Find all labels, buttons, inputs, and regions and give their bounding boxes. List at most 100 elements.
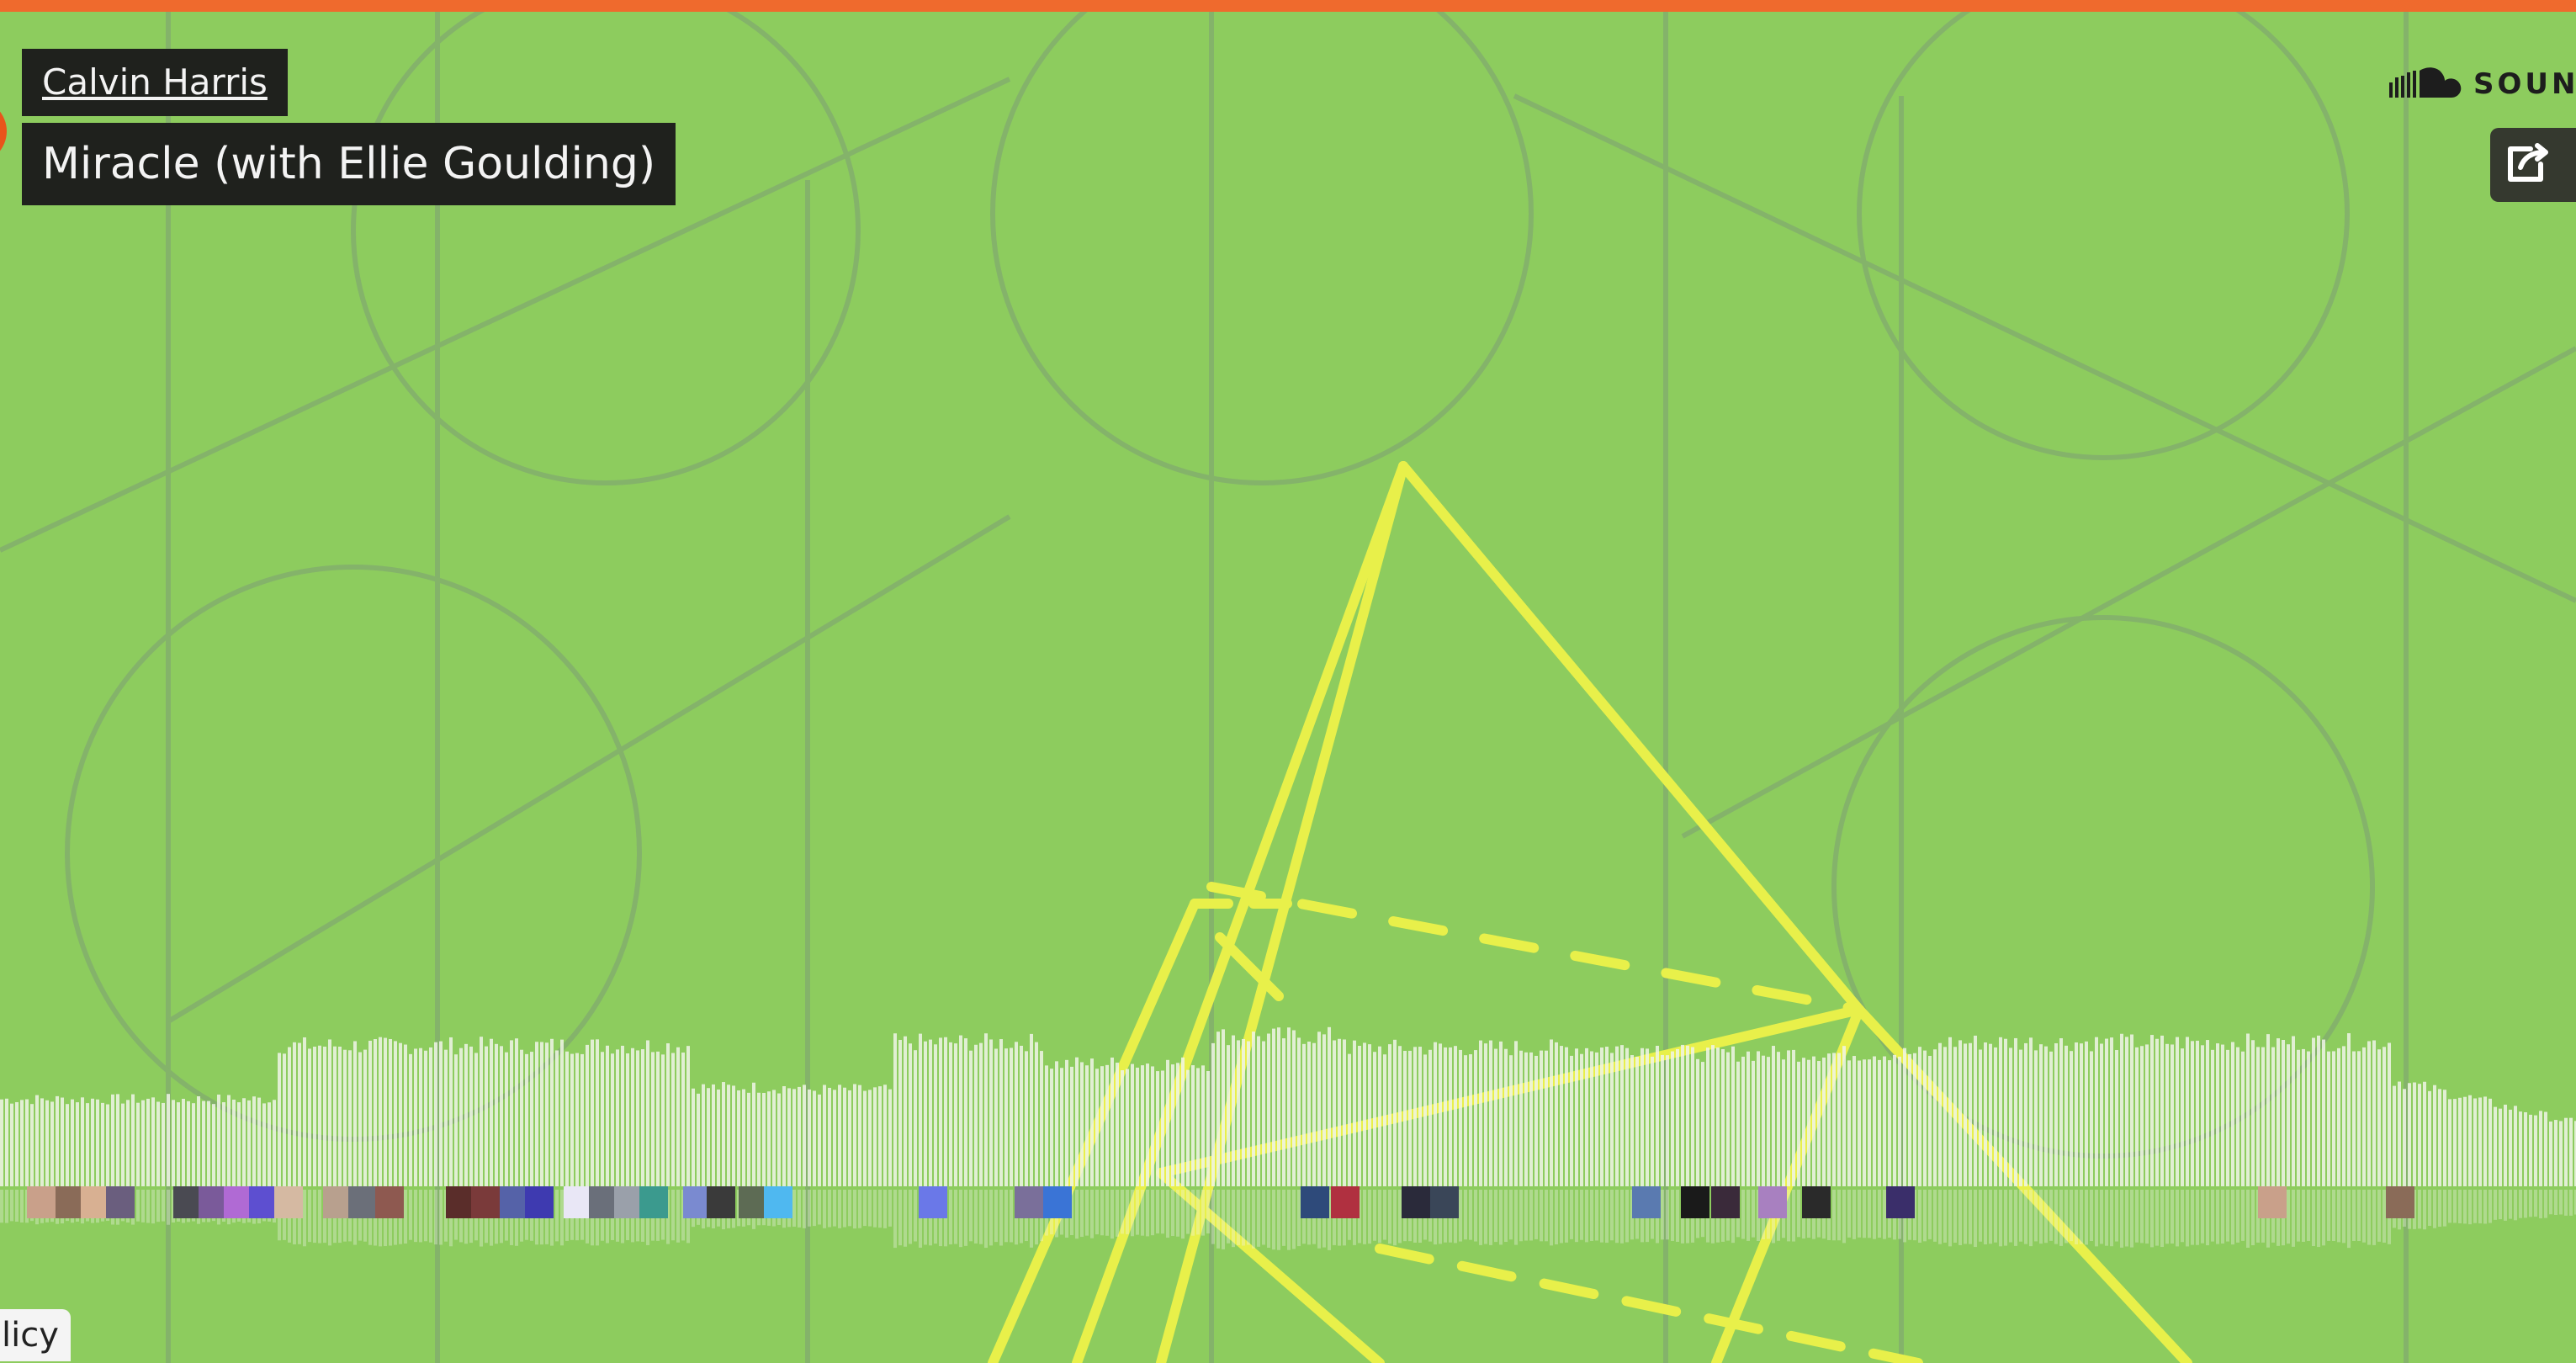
waveform-bar: [712, 1084, 715, 1186]
comment-avatar[interactable]: [1802, 1186, 1831, 1218]
waveform-bar: [2090, 1051, 2093, 1186]
waveform-bar: [2049, 1051, 2053, 1186]
comment-avatar[interactable]: [249, 1186, 278, 1218]
artist-name-link[interactable]: Calvin Harris: [22, 49, 288, 116]
track-title: Miracle (with Ellie Goulding): [22, 123, 676, 205]
waveform-bar: [353, 1041, 357, 1186]
comment-avatar[interactable]: [1402, 1186, 1430, 1218]
comment-avatar[interactable]: [1681, 1186, 1709, 1218]
waveform-bar: [1959, 1040, 1962, 1186]
waveform-bar: [1428, 1049, 1432, 1186]
comment-avatar[interactable]: [375, 1186, 404, 1218]
comment-avatar[interactable]: [1711, 1186, 1740, 1218]
comment-avatar[interactable]: [589, 1186, 617, 1218]
comment-avatar[interactable]: [2258, 1186, 2287, 1218]
waveform-bar: [490, 1038, 493, 1186]
waveform-bar: [2554, 1120, 2557, 1186]
waveform-bar: [86, 1103, 89, 1186]
waveform-bar: [560, 1039, 564, 1186]
waveform-bar: [929, 1039, 932, 1186]
comment-avatar[interactable]: [525, 1186, 554, 1218]
waveform-bar: [1752, 1060, 1755, 1186]
comment-avatar[interactable]: [1632, 1186, 1661, 1218]
waveform-bar: [399, 1042, 402, 1186]
waveform-bar: [722, 1082, 725, 1186]
comment-avatar[interactable]: [1301, 1186, 1329, 1218]
waveform-bar: [1156, 1071, 1159, 1186]
comment-avatar[interactable]: [1331, 1186, 1360, 1218]
waveform-bar: [1151, 1066, 1154, 1186]
comment-avatar[interactable]: [471, 1186, 500, 1218]
waveform-bar: [1883, 1056, 1886, 1186]
waveform-bar: [1045, 1065, 1048, 1186]
waveform-bar: [1484, 1043, 1487, 1186]
waveform-bar: [187, 1100, 190, 1186]
waveform-bar: [469, 1046, 473, 1186]
share-button[interactable]: [2490, 128, 2576, 202]
waveform[interactable]: [0, 1008, 2576, 1260]
comment-avatar[interactable]: [1015, 1186, 1043, 1218]
waveform-bar: [858, 1085, 861, 1186]
waveform-bar: [1772, 1046, 1775, 1186]
waveform-bar: [136, 1102, 140, 1186]
comment-avatar[interactable]: [564, 1186, 592, 1218]
waveform-bar: [444, 1049, 448, 1186]
comment-avatar[interactable]: [1758, 1186, 1787, 1218]
waveform-bar: [1514, 1041, 1518, 1186]
waveform-bar: [257, 1097, 261, 1186]
waveform-bar: [293, 1042, 296, 1186]
comment-avatar[interactable]: [764, 1186, 792, 1218]
waveform-bar: [2014, 1037, 2017, 1186]
comment-avatar[interactable]: [614, 1186, 643, 1218]
waveform-bar: [919, 1033, 922, 1186]
waveform-bar: [1661, 1054, 1664, 1186]
soundcloud-logo[interactable]: SOUN: [2388, 64, 2576, 104]
waveform-bar: [2367, 1041, 2371, 1186]
comment-avatar[interactable]: [1043, 1186, 1072, 1218]
waveform-bar: [10, 1103, 13, 1186]
waveform-bar: [409, 1053, 412, 1186]
waveform-bar: [1297, 1037, 1301, 1186]
waveform-bar: [636, 1050, 639, 1186]
waveform-bar: [20, 1100, 24, 1186]
waveform-bar: [1075, 1057, 1079, 1186]
comment-avatar[interactable]: [173, 1186, 202, 1218]
comment-avatar[interactable]: [500, 1186, 528, 1218]
comment-avatar[interactable]: [639, 1186, 668, 1218]
waveform-bar: [1257, 1036, 1260, 1186]
waveform-bar: [1984, 1042, 1987, 1186]
timed-comments: [0, 1186, 2576, 1220]
comment-avatar[interactable]: [919, 1186, 947, 1218]
comment-avatar[interactable]: [224, 1186, 252, 1218]
comment-avatar[interactable]: [2386, 1186, 2414, 1218]
comment-avatar[interactable]: [1430, 1186, 1459, 1218]
waveform-bar: [1706, 1047, 1709, 1186]
comment-avatar[interactable]: [348, 1186, 377, 1218]
comment-avatar[interactable]: [106, 1186, 135, 1218]
comment-avatar[interactable]: [707, 1186, 735, 1218]
soundcloud-wordmark: SOUN: [2473, 67, 2576, 101]
comment-avatar[interactable]: [274, 1186, 303, 1218]
waveform-bar: [1918, 1047, 1921, 1186]
comment-avatar[interactable]: [739, 1186, 767, 1218]
comment-avatar[interactable]: [56, 1186, 84, 1218]
comment-avatar[interactable]: [199, 1186, 227, 1218]
comment-avatar[interactable]: [323, 1186, 352, 1218]
comment-avatar[interactable]: [81, 1186, 109, 1218]
waveform-bar: [555, 1050, 559, 1186]
waveform-bar: [848, 1090, 851, 1186]
waveform-bar: [964, 1038, 967, 1186]
waveform-bar: [727, 1085, 730, 1186]
waveform-bar: [596, 1039, 599, 1186]
waveform-bar: [2393, 1085, 2396, 1186]
comment-avatar[interactable]: [27, 1186, 56, 1218]
waveform-bar: [1383, 1054, 1386, 1186]
waveform-bar: [1247, 1041, 1250, 1186]
waveform-bar: [530, 1052, 533, 1186]
waveform-bar: [520, 1049, 523, 1186]
comment-avatar[interactable]: [1886, 1186, 1915, 1218]
waveform-bar: [202, 1100, 205, 1186]
waveform-bar: [984, 1033, 988, 1186]
cookie-policy-link[interactable]: licy: [0, 1309, 71, 1361]
comment-avatar[interactable]: [446, 1186, 474, 1218]
